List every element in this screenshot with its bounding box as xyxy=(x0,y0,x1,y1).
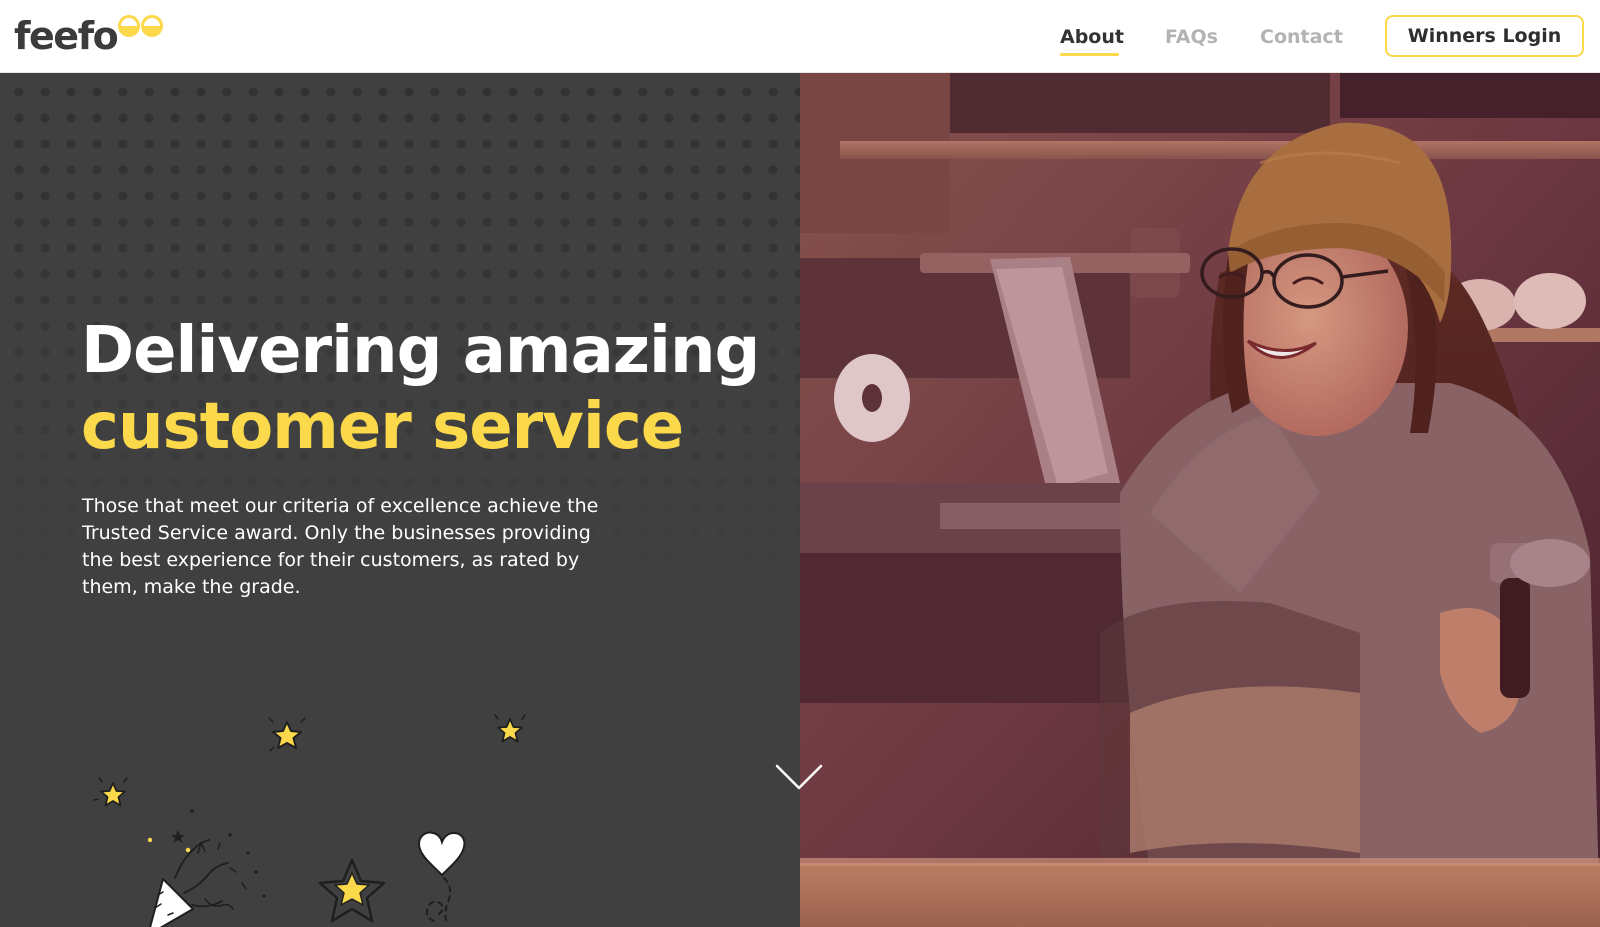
party-popper-icon xyxy=(147,809,266,927)
barista-illustration xyxy=(800,73,1600,927)
headline-line-2: customer service xyxy=(81,390,684,464)
headline-line-1: Delivering amazing xyxy=(81,314,760,388)
hero-panel: Delivering amazing customer service Thos… xyxy=(0,73,800,927)
star-icon xyxy=(318,858,386,923)
feefo-eyes-icon xyxy=(118,15,164,37)
active-nav-indicator xyxy=(1060,53,1119,56)
nav-faqs[interactable]: FAQs xyxy=(1165,24,1218,50)
chevron-down-icon[interactable] xyxy=(774,762,824,792)
nav-about[interactable]: About xyxy=(1060,24,1124,50)
hero-intro-text: Those that meet our criteria of excellen… xyxy=(82,495,599,598)
star-icon xyxy=(93,777,128,807)
star-icon xyxy=(268,717,306,752)
star-icon xyxy=(494,714,526,743)
hero-headline: Delivering amazing customer service xyxy=(81,313,760,465)
winners-login-button[interactable]: Winners Login xyxy=(1385,15,1584,57)
feefo-logo[interactable]: feefo xyxy=(14,14,164,58)
heart-icon xyxy=(417,831,466,922)
hero-photo xyxy=(800,73,1600,927)
nav-contact[interactable]: Contact xyxy=(1260,24,1343,50)
celebration-doodles xyxy=(93,714,526,927)
site-header: feefo About FAQs Contact Winners Login xyxy=(0,0,1600,73)
logo-text: feefo xyxy=(14,14,119,58)
